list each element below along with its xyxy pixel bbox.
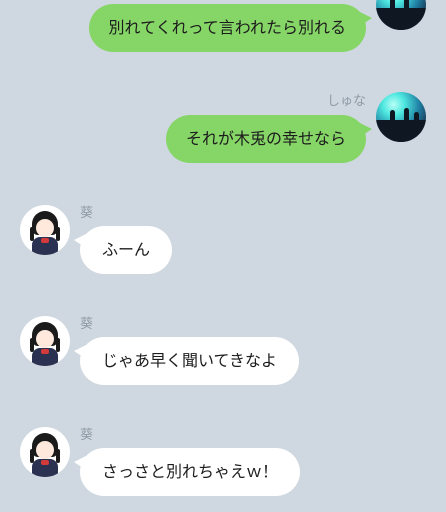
concert-crowd-avatar[interactable] [376,92,426,142]
incoming-message-bubble[interactable]: ふーん [73,226,173,274]
incoming-message-bubble[interactable]: じゃあ早く聞いてきなよ [73,337,300,385]
chat-thread: 別れてくれって言われたら別れる しゅな それが木兎の幸せなら 葵 ふーん 葵 じ… [0,0,446,512]
incoming-message-bubble[interactable]: さっさと別れちゃえｗ！ [73,448,301,496]
sender-name: 葵 [80,428,94,443]
outgoing-message-bubble[interactable]: 別れてくれって言われたら別れる [88,4,373,52]
concert-crowd-avatar[interactable] [376,0,426,30]
sender-name: しゅな [326,94,366,109]
schoolgirl-avatar[interactable] [20,205,70,255]
sender-name: 葵 [80,317,94,332]
sender-name: 葵 [80,206,94,221]
schoolgirl-avatar[interactable] [20,316,70,366]
outgoing-message-bubble[interactable]: それが木兎の幸せなら [165,115,373,163]
schoolgirl-avatar[interactable] [20,427,70,477]
